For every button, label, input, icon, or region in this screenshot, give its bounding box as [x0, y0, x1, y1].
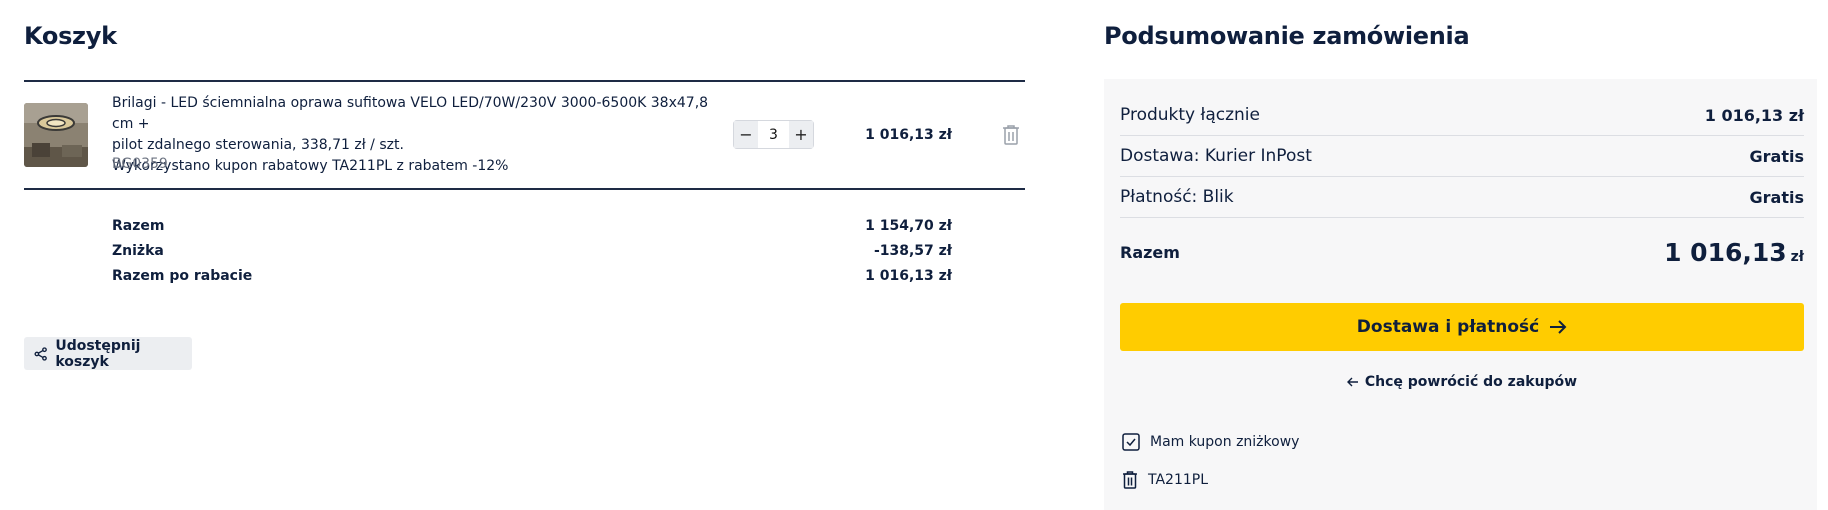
- order-summary-panel: Produkty łącznie 1 016,13 zł Dostawa: Ku…: [1104, 79, 1817, 510]
- summary-total: Razem 1 016,13 zł: [1120, 227, 1804, 277]
- divider: [24, 188, 1025, 190]
- applied-coupon: TA211PL: [1122, 470, 1208, 490]
- back-to-shopping-label: Chcę powrócić do zakupów: [1364, 374, 1578, 390]
- totals-label-discount: Zniżka: [112, 243, 164, 259]
- product-sku: BG0359: [112, 156, 168, 172]
- back-to-shopping-link[interactable]: Chcę powrócić do zakupów: [1120, 374, 1804, 390]
- coupon-toggle[interactable]: Mam kupon zniżkowy: [1122, 433, 1299, 451]
- totals-value-discount: -138,57 zł: [873, 243, 952, 259]
- summary-title: Podsumowanie zamówienia: [1104, 22, 1470, 50]
- trash-icon[interactable]: [1122, 470, 1138, 490]
- summary-row-label: Produkty łącznie: [1120, 105, 1260, 125]
- totals-label-subtotal: Razem: [112, 218, 165, 234]
- product-description: Brilagi - LED ściemnialna oprawa sufitow…: [112, 93, 722, 177]
- summary-total-amount: 1 016,13: [1664, 237, 1787, 267]
- product-thumbnail[interactable]: [24, 103, 88, 167]
- checkbox-checked-icon[interactable]: [1122, 433, 1140, 451]
- summary-row-label: Płatność: Blik: [1120, 187, 1234, 207]
- cart-title: Koszyk: [24, 22, 117, 50]
- share-cart-label: Udostępnij koszyk: [55, 337, 141, 370]
- quantity-stepper: − 3 +: [733, 120, 814, 149]
- trash-icon: [1003, 125, 1019, 145]
- summary-total-label: Razem: [1120, 242, 1180, 262]
- summary-total-currency: zł: [1790, 248, 1804, 265]
- summary-row-delivery: Dostawa: Kurier InPost Gratis: [1120, 136, 1804, 177]
- summary-row-value: Gratis: [1749, 187, 1804, 207]
- decrease-quantity-button[interactable]: −: [734, 121, 758, 148]
- coupon-note: Wykorzystano kupon rabatowy TA211PL z ra…: [112, 158, 509, 174]
- summary-row-value: Gratis: [1749, 146, 1804, 166]
- summary-row-label: Dostawa: Kurier InPost: [1120, 146, 1312, 166]
- arrow-left-icon: [1346, 377, 1358, 387]
- arrow-right-icon: [1550, 320, 1567, 334]
- quantity-input[interactable]: 3: [758, 127, 789, 143]
- totals-value-subtotal: 1 154,70 zł: [865, 218, 952, 234]
- product-name-line2: pilot zdalnego sterowania, 338,71 zł / s…: [112, 137, 404, 153]
- coupon-toggle-label: Mam kupon zniżkowy: [1150, 434, 1300, 450]
- increase-quantity-button[interactable]: +: [789, 121, 813, 148]
- totals-label-after-discount: Razem po rabacie: [112, 268, 253, 284]
- totals-value-after-discount: 1 016,13 zł: [865, 268, 952, 284]
- coupon-code: TA211PL: [1148, 472, 1209, 488]
- summary-total-value: 1 016,13 zł: [1664, 238, 1804, 267]
- summary-row-products: Produkty łącznie 1 016,13 zł: [1120, 95, 1804, 136]
- product-name-line1[interactable]: Brilagi - LED ściemnialna oprawa sufitow…: [112, 93, 722, 135]
- delivery-payment-button[interactable]: Dostawa i płatność: [1120, 303, 1804, 351]
- line-price: 1 016,13 zł: [865, 127, 952, 143]
- summary-row-payment: Płatność: Blik Gratis: [1120, 177, 1804, 218]
- divider: [24, 80, 1025, 82]
- delivery-payment-label: Dostawa i płatność: [1356, 317, 1540, 337]
- remove-item-button[interactable]: [1002, 124, 1020, 146]
- summary-row-value: 1 016,13 zł: [1704, 105, 1804, 125]
- share-icon: [34, 346, 47, 361]
- share-cart-button[interactable]: Udostępnij koszyk: [24, 337, 192, 370]
